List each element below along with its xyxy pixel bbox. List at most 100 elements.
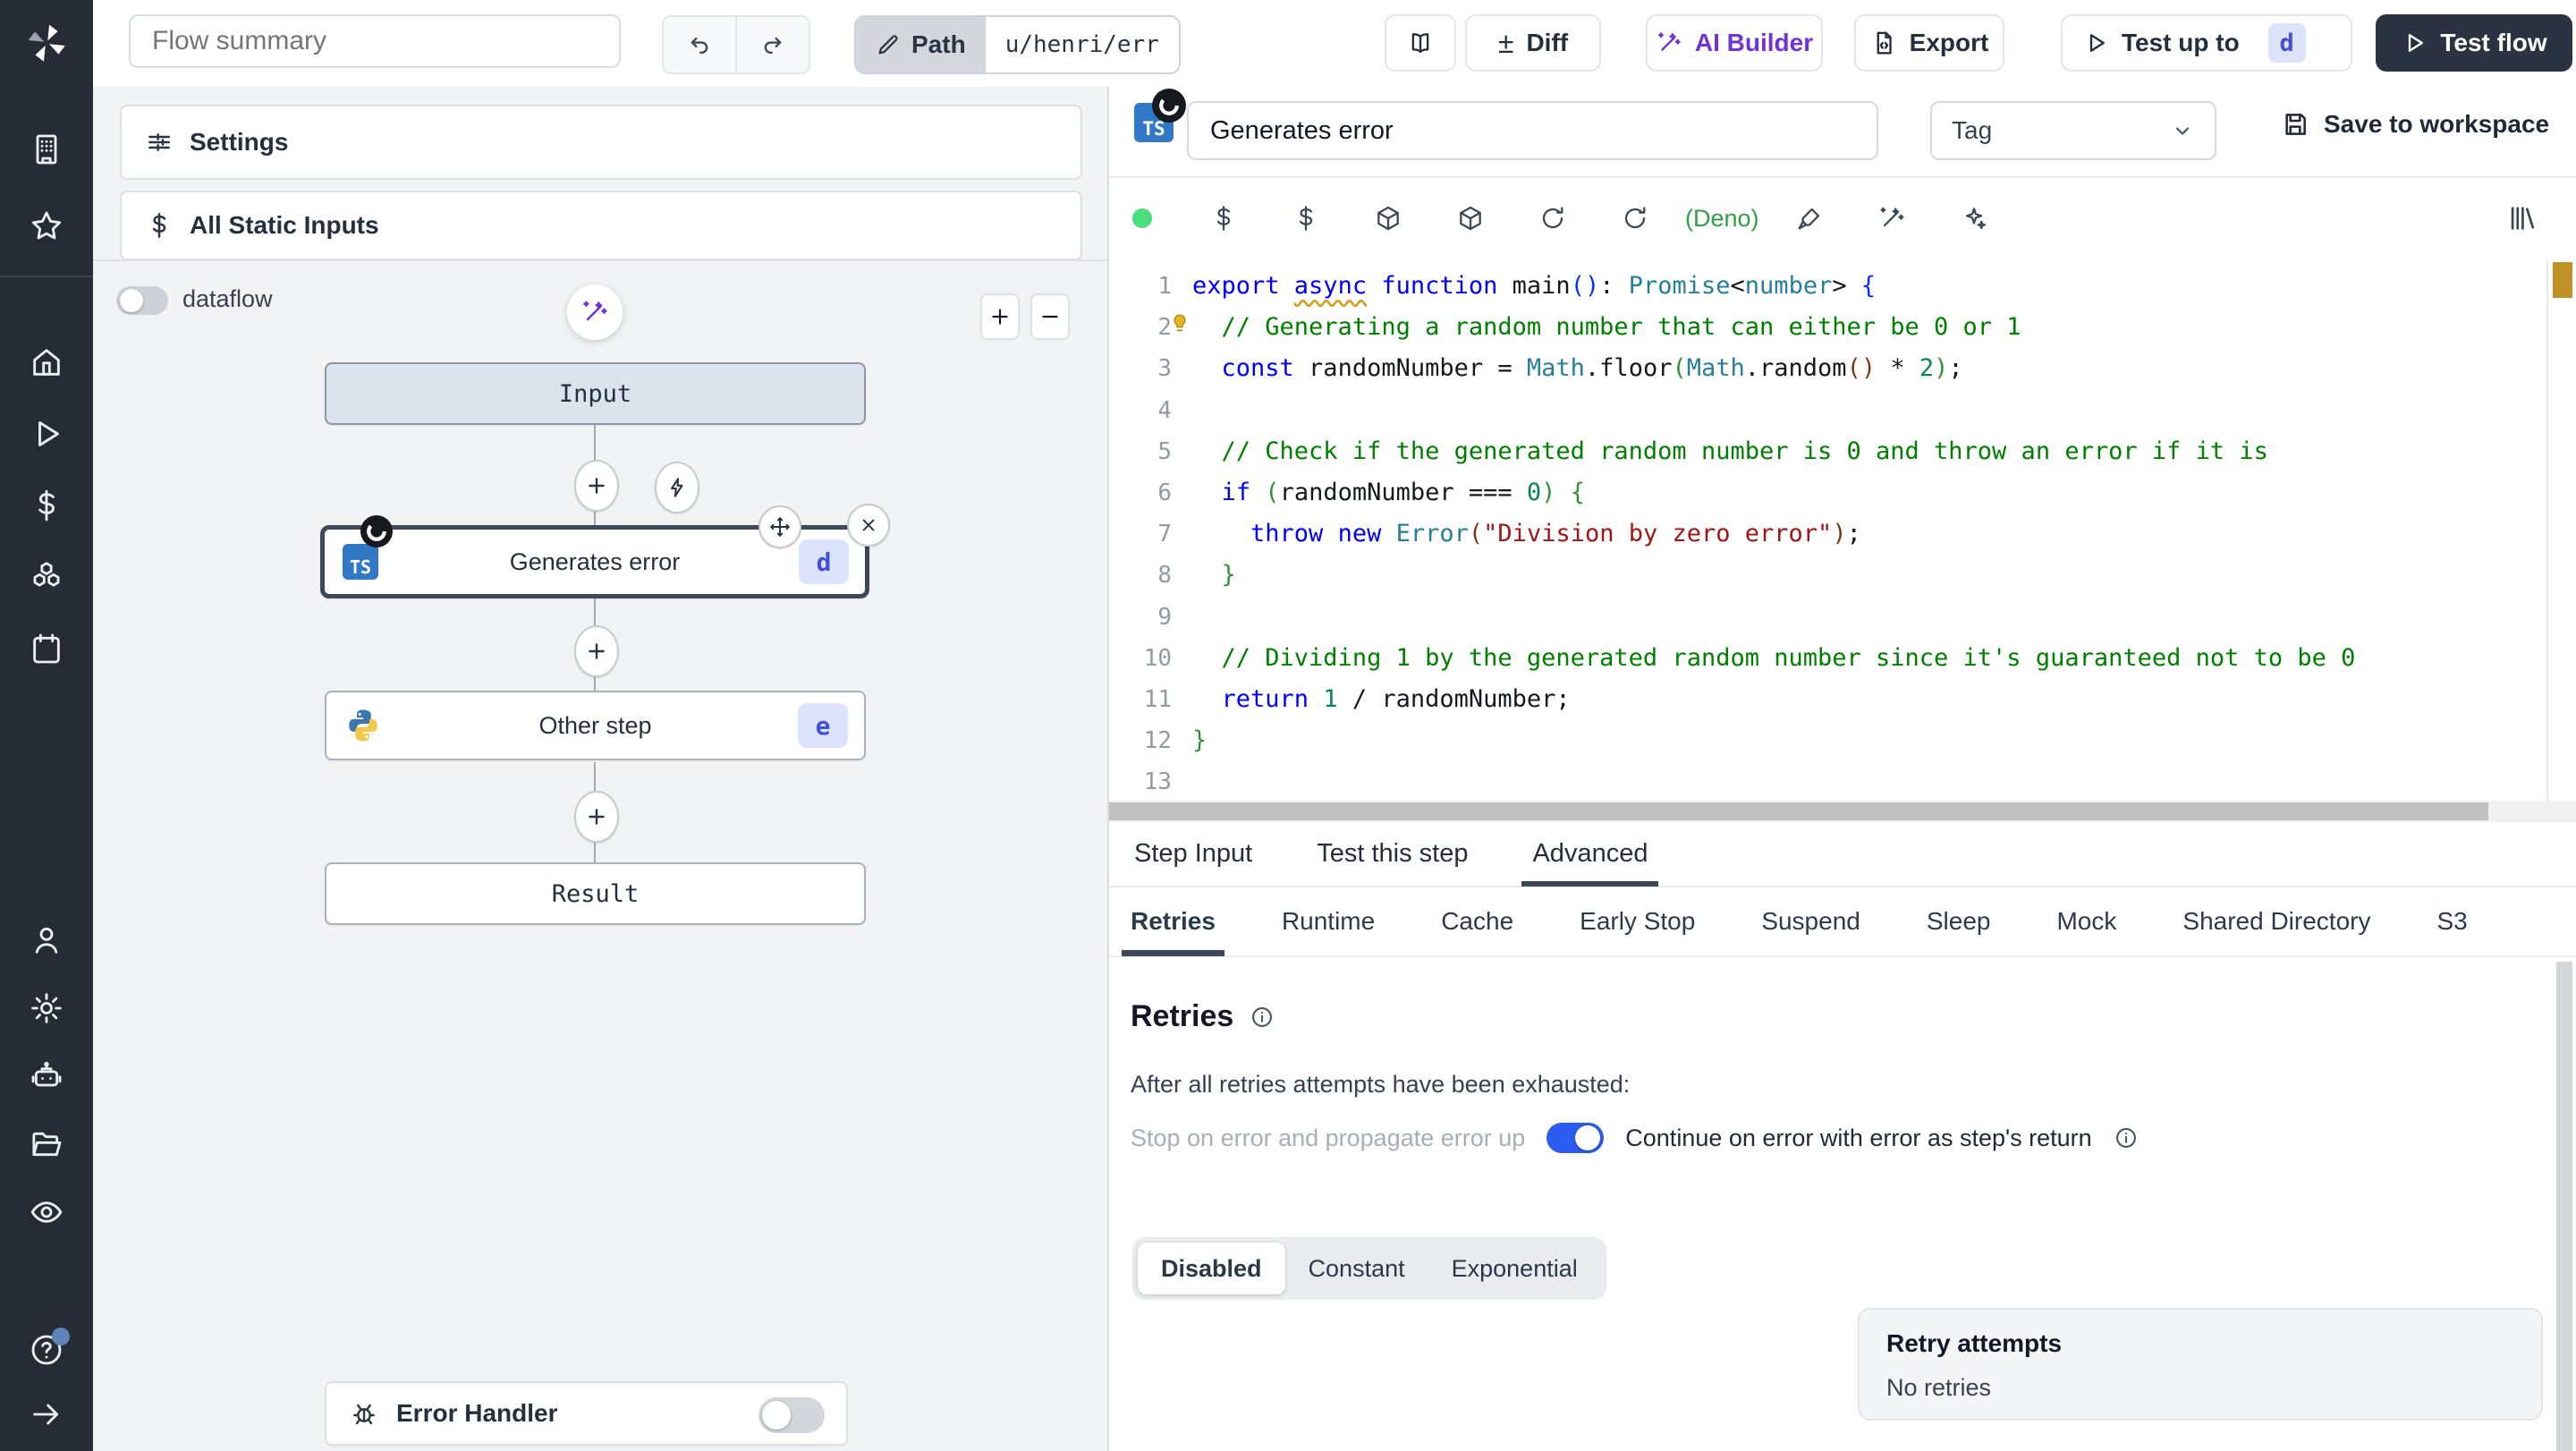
plus-minus-icon: ±: [1497, 26, 1514, 59]
ai-flow-wand-button[interactable]: [567, 284, 623, 340]
tab-advanced[interactable]: Advanced: [1521, 821, 1659, 887]
delete-step-button[interactable]: [847, 504, 890, 547]
editor-tool-dollar-button[interactable]: [1182, 204, 1265, 233]
editor-horizontal-scrollbar[interactable]: [1109, 801, 2576, 822]
robot-icon: [31, 1061, 62, 1087]
retry-mode-disabled[interactable]: Disabled: [1138, 1243, 1285, 1294]
ai-builder-button[interactable]: AI Builder: [1646, 14, 1823, 72]
diff-button[interactable]: ± Diff: [1465, 14, 1601, 72]
editor-tool-brush-button[interactable]: [1768, 204, 1851, 233]
move-icon: [770, 517, 790, 537]
export-button[interactable]: Export: [1854, 14, 2004, 72]
test-flow-button[interactable]: Test flow: [2376, 14, 2572, 72]
calendar-icon: [33, 633, 60, 664]
graph-zoom-out-button[interactable]: [1030, 293, 1070, 340]
pencil-icon: [878, 35, 898, 55]
redo-button[interactable]: [735, 17, 809, 72]
subtab-mock[interactable]: Mock: [2056, 887, 2116, 956]
retries-exhausted-text: After all retries attempts have been exh…: [1131, 1071, 1631, 1098]
subtab-cache[interactable]: Cache: [1441, 887, 1513, 956]
sidebar-item-gear[interactable]: [0, 989, 93, 1027]
subtab-retries[interactable]: Retries: [1122, 887, 1224, 956]
tag-select-value: Tag: [1952, 116, 1993, 144]
flow-summary-input[interactable]: [129, 14, 621, 68]
flow-settings-button[interactable]: Settings: [120, 105, 1082, 180]
editor-tool-package-button[interactable]: [1347, 204, 1429, 233]
editor-tool-sparkles-button[interactable]: [1933, 204, 2015, 233]
line-number: 12: [1143, 727, 1172, 755]
sidebar-item-calendar[interactable]: [0, 630, 93, 667]
undo-redo-group: [662, 15, 810, 74]
error-handler-card[interactable]: Error Handler: [325, 1381, 848, 1446]
user-icon: [35, 927, 58, 954]
graph-zoom-in-button[interactable]: [980, 293, 1020, 340]
flow-node-other-step[interactable]: Other step e: [325, 691, 866, 760]
add-step-button-2[interactable]: [574, 625, 619, 677]
undo-button[interactable]: [664, 17, 735, 72]
subtab-early-stop[interactable]: Early Stop: [1580, 887, 1695, 956]
subtab-suspend[interactable]: Suspend: [1761, 887, 1860, 956]
subtab-runtime[interactable]: Runtime: [1282, 887, 1375, 956]
panel-scrollbar[interactable]: [2556, 962, 2572, 1451]
sidebar-group-bottom: [0, 921, 93, 1231]
retry-mode-constant[interactable]: Constant: [1285, 1243, 1428, 1294]
code-line-8: }: [1221, 561, 1236, 590]
editor-tool-package-button[interactable]: [1429, 204, 1512, 233]
sidebar-item-help-circle[interactable]: [0, 1328, 93, 1369]
editor-tool-rotate-button[interactable]: [1594, 204, 1676, 233]
sidebar-item-cubes[interactable]: [0, 558, 93, 596]
path-button[interactable]: Path u/henri/err: [854, 15, 1181, 74]
move-step-button[interactable]: [758, 505, 801, 548]
step-name-input[interactable]: [1187, 101, 1878, 160]
sidebar-item-dollar[interactable]: [0, 487, 93, 524]
code-editor[interactable]: 1 2 3 4 5 6 7 8 9 10 11 12 13 export async function …: [1109, 260, 2576, 822]
editor-tool-wand-button[interactable]: [1851, 204, 1933, 233]
test-up-to-button[interactable]: Test up to d: [2061, 14, 2352, 72]
editor-tool-dollar-button[interactable]: [1265, 204, 1347, 233]
dataflow-toggle[interactable]: [116, 286, 168, 315]
flow-toolbar: Path u/henri/err ± Diff AI Builder Expor…: [93, 0, 2576, 89]
subtab-s3[interactable]: S3: [2436, 887, 2467, 956]
add-step-button-1[interactable]: [574, 460, 619, 512]
sidebar-item-arrow-right[interactable]: [0, 1396, 93, 1433]
error-handler-toggle[interactable]: [758, 1397, 825, 1433]
play-icon: [38, 421, 59, 446]
info-icon[interactable]: [2114, 1125, 2139, 1150]
subtab-sleep[interactable]: Sleep: [1927, 887, 1991, 956]
code-line-2: // Generating a random number that can e…: [1221, 313, 2021, 342]
info-icon[interactable]: [1250, 1005, 1275, 1030]
tag-select[interactable]: Tag: [1930, 101, 2216, 160]
sidebar-item-building[interactable]: [0, 131, 93, 168]
sidebar-item-eye[interactable]: [0, 1193, 93, 1231]
tab-step-input[interactable]: Step Input: [1134, 821, 1252, 887]
continue-on-error-label: Continue on error with error as step's r…: [1625, 1124, 2092, 1151]
continue-on-error-toggle[interactable]: [1546, 1123, 1605, 1153]
all-static-inputs-button[interactable]: All Static Inputs: [120, 191, 1082, 260]
flow-node-result[interactable]: Result: [325, 862, 866, 925]
sidebar-item-star[interactable]: [0, 208, 93, 245]
save-to-workspace-button[interactable]: Save to workspace: [2281, 110, 2549, 139]
plus-icon: [589, 809, 605, 825]
add-step-button-3[interactable]: [574, 791, 619, 843]
sidebar-item-user[interactable]: [0, 921, 93, 959]
library-icon-button[interactable]: [2506, 203, 2537, 238]
retry-attempts-card: Retry attempts No retries: [1858, 1308, 2543, 1421]
editor-tool-rotate-button[interactable]: [1512, 204, 1594, 233]
sidebar-item-robot[interactable]: [0, 1057, 93, 1095]
sidebar-item-folder-open[interactable]: [0, 1125, 93, 1163]
tab-test-this-step[interactable]: Test this step: [1317, 821, 1468, 887]
code-line-6: if (randomNumber === 0) {: [1221, 478, 1585, 506]
sidebar-item-home[interactable]: [0, 344, 93, 381]
retry-mode-exponential[interactable]: Exponential: [1428, 1243, 1601, 1294]
sidebar-item-play[interactable]: [0, 415, 93, 453]
subtab-shared-directory[interactable]: Shared Directory: [2182, 887, 2370, 956]
lightbulb-icon[interactable]: [1166, 309, 1193, 335]
flow-node-input[interactable]: Input: [325, 362, 866, 425]
code-line-11: return 1 / randomNumber;: [1221, 684, 1571, 713]
windmill-logo-icon[interactable]: [0, 0, 93, 86]
warning-marker: [2553, 262, 2572, 298]
add-trigger-button[interactable]: [655, 462, 699, 513]
line-number: 6: [1157, 479, 1172, 506]
docs-button[interactable]: [1385, 14, 1456, 72]
